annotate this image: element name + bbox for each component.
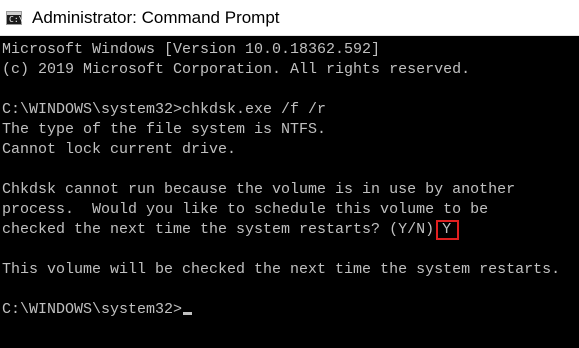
prompt-path: C:\WINDOWS\system32> [2, 301, 183, 318]
console-line: (c) 2019 Microsoft Corporation. All righ… [2, 61, 471, 78]
console-question: checked the next time the system restart… [2, 221, 435, 238]
text-cursor [183, 312, 193, 315]
console-output[interactable]: Microsoft Windows [Version 10.0.18362.59… [0, 36, 579, 348]
console-line: C:\WINDOWS\system32>chkdsk.exe /f /r [2, 101, 327, 118]
title-bar[interactable]: C:\ Administrator: Command Prompt [0, 0, 579, 36]
console-prompt-line: checked the next time the system restart… [2, 220, 460, 240]
user-answer-highlight: Y [436, 220, 460, 240]
console-prompt[interactable]: C:\WINDOWS\system32> [2, 300, 193, 320]
command-prompt-window: C:\ Administrator: Command Prompt Micros… [0, 0, 579, 348]
console-line: This volume will be checked the next tim… [2, 261, 561, 278]
console-line: Cannot lock current drive. [2, 141, 237, 158]
window-title: Administrator: Command Prompt [32, 7, 280, 27]
cmd-icon: C:\ [6, 10, 23, 25]
console-line: Microsoft Windows [Version 10.0.18362.59… [2, 41, 381, 58]
console-line: The type of the file system is NTFS. [2, 121, 327, 138]
console-line: Chkdsk cannot run because the volume is … [2, 181, 516, 198]
console-line: process. Would you like to schedule this… [2, 201, 489, 218]
